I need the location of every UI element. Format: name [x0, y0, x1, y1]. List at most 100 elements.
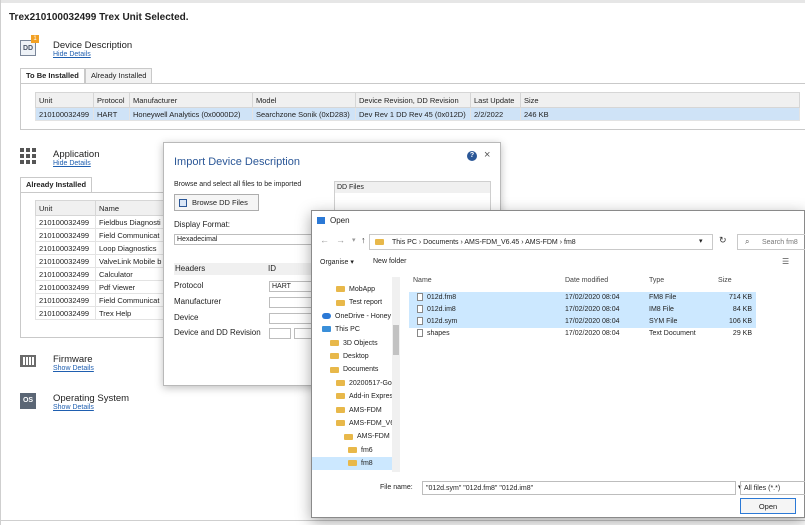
nav-item[interactable]: fm6	[312, 444, 392, 457]
nav-item[interactable]: Add-in Express	[312, 390, 392, 403]
file-size: 106 KB	[729, 318, 752, 325]
firmware-section-title: Firmware	[53, 354, 93, 365]
col-type[interactable]: Type	[649, 277, 664, 284]
address-dropdown-icon[interactable]: ▾	[699, 237, 703, 245]
nav-item-label: Test report	[349, 299, 383, 307]
file-row[interactable]: 012d.im8 17/02/2020 08:04 IM8 File 84 KB	[409, 304, 756, 316]
view-options-icon[interactable]: ☰	[782, 257, 789, 266]
cloud-icon	[322, 312, 331, 319]
folder-icon	[348, 446, 357, 453]
close-icon[interactable]: ×	[484, 149, 490, 161]
application-grid-icon	[20, 148, 36, 164]
file-type-filter[interactable]: All files (*.*)	[740, 481, 805, 495]
recent-dropdown-icon[interactable]: ▾	[352, 236, 356, 244]
nav-item[interactable]: MobApp	[312, 283, 392, 296]
field-protocol-label: Protocol	[174, 281, 204, 290]
up-arrow-icon[interactable]: ↑	[361, 235, 366, 245]
nav-item-label: 20200517-Gold	[349, 379, 392, 387]
cell-unit: 210100032499	[35, 215, 96, 229]
field-manufacturer-value	[269, 297, 314, 308]
breadcrumb-item[interactable]: This PC	[392, 239, 417, 246]
nav-item-label: fm8	[361, 460, 373, 468]
field-device-label: Device	[174, 313, 199, 322]
forward-arrow-icon[interactable]: →	[336, 235, 345, 245]
file-date: 17/02/2020 08:04	[565, 318, 620, 325]
dd-table-panel: Unit Protocol Manufacturer Model Device …	[20, 83, 805, 130]
nav-scrollbar[interactable]	[392, 277, 400, 472]
back-arrow-icon[interactable]: ←	[320, 235, 329, 245]
col-model[interactable]: Model	[252, 92, 356, 108]
nav-item[interactable]: Desktop	[312, 350, 392, 363]
dd-table: Unit Protocol Manufacturer Model Device …	[35, 92, 800, 121]
nav-item-label: AMS-FDM	[357, 433, 390, 441]
col-last-update[interactable]: Last Update	[470, 92, 521, 108]
folder-icon	[330, 339, 339, 346]
bottom-divider	[1, 520, 805, 521]
firmware-show-details-link[interactable]: Show Details	[53, 365, 94, 372]
nav-item[interactable]: Test report	[312, 296, 392, 309]
dd-hide-details-link[interactable]: Hide Details	[53, 51, 91, 58]
col-size[interactable]: Size	[718, 277, 732, 284]
file-row[interactable]: shapes 17/02/2020 08:04 Text Document 29 KB	[409, 328, 756, 340]
col-date-modified[interactable]: Date modified	[565, 277, 608, 284]
nav-item-label: Add-in Express	[349, 393, 392, 401]
nav-item[interactable]: 20200517-Gold	[312, 377, 392, 390]
display-format-select[interactable]: Hexadecimal	[174, 234, 314, 245]
open-button[interactable]: Open	[740, 498, 796, 514]
filename-input[interactable]: "012d.sym" "012d.fm8" "012d.im8"	[422, 481, 736, 495]
breadcrumb-item[interactable]: AMS-FDM	[525, 239, 558, 246]
tab-already-installed[interactable]: Already Installed	[85, 68, 153, 83]
breadcrumb-item[interactable]: Documents	[423, 239, 458, 246]
organise-menu[interactable]: Organise ▾	[320, 258, 354, 266]
browse-label: Browse DD Files	[192, 198, 248, 207]
nav-item[interactable]: Documents	[312, 363, 392, 376]
help-icon[interactable]: ?	[467, 151, 477, 161]
browse-dd-files-button[interactable]: Browse DD Files	[174, 194, 259, 211]
nav-item-label: OneDrive - Honey	[335, 312, 392, 320]
new-folder-button[interactable]: New folder	[373, 258, 406, 265]
nav-item[interactable]: fm8	[312, 457, 392, 471]
nav-item-label: MobApp	[349, 286, 376, 293]
col-revision[interactable]: Device Revision, DD Revision	[355, 92, 471, 108]
folder-icon	[336, 393, 345, 400]
breadcrumb-item[interactable]: AMS-FDM_V6.45	[464, 239, 519, 246]
address-bar[interactable]: This PC › Documents › AMS-FDM_V6.45 › AM…	[369, 234, 713, 250]
refresh-icon[interactable]: ↻	[719, 235, 727, 246]
search-icon: ⌕	[745, 237, 750, 246]
page-title: Trex210100032499 Trex Unit Selected.	[9, 12, 189, 23]
breadcrumb-item[interactable]: fm8	[564, 239, 576, 246]
table-row[interactable]: 210100032499 HART Honeywell Analytics (0…	[35, 107, 800, 121]
nav-item[interactable]: OneDrive - Honey	[312, 310, 392, 323]
os-show-details-link[interactable]: Show Details	[53, 404, 94, 411]
nav-item[interactable]: This PC	[312, 323, 392, 336]
file-name: 012d.fm8	[427, 294, 457, 301]
folder-icon	[344, 433, 353, 440]
col-size[interactable]: Size	[520, 92, 800, 108]
tab-app-already-installed[interactable]: Already Installed	[20, 177, 93, 192]
organise-label: Organise	[320, 259, 349, 266]
nav-item[interactable]: AMS-FDM	[312, 430, 392, 443]
nav-item[interactable]: 3D Objects	[312, 337, 392, 350]
nav-scroll-thumb[interactable]	[393, 325, 399, 355]
col-protocol[interactable]: Protocol	[93, 92, 130, 108]
file-icon	[417, 329, 423, 338]
file-row[interactable]: 012d.fm8 17/02/2020 08:04 FM8 File 714 KB	[409, 292, 756, 304]
nav-item[interactable]: AMS-FDM_V6.4	[312, 417, 392, 430]
col-name[interactable]: Name	[413, 277, 432, 284]
application-hide-details-link[interactable]: Hide Details	[53, 160, 91, 167]
file-row[interactable]: 012d.sym 17/02/2020 08:04 SYM File 106 KB	[409, 316, 756, 328]
cell-model: Searchzone Sonik (0xD283)	[252, 107, 356, 121]
top-border	[1, 0, 805, 3]
file-type: Text Document	[649, 330, 696, 337]
nav-item[interactable]: AMS-FDM	[312, 404, 392, 417]
file-date: 17/02/2020 08:04	[565, 294, 620, 301]
col-unit[interactable]: Unit	[35, 92, 94, 108]
col-app-unit[interactable]: Unit	[35, 200, 96, 216]
tab-to-be-installed[interactable]: To Be Installed	[20, 68, 85, 83]
nav-item-label: Desktop	[343, 353, 369, 360]
file-name: 012d.sym	[427, 318, 458, 325]
col-manufacturer[interactable]: Manufacturer	[129, 92, 253, 108]
cell-protocol: HART	[93, 107, 130, 121]
file-size: 714 KB	[729, 294, 752, 301]
file-name-cell: 012d.fm8	[417, 292, 456, 304]
